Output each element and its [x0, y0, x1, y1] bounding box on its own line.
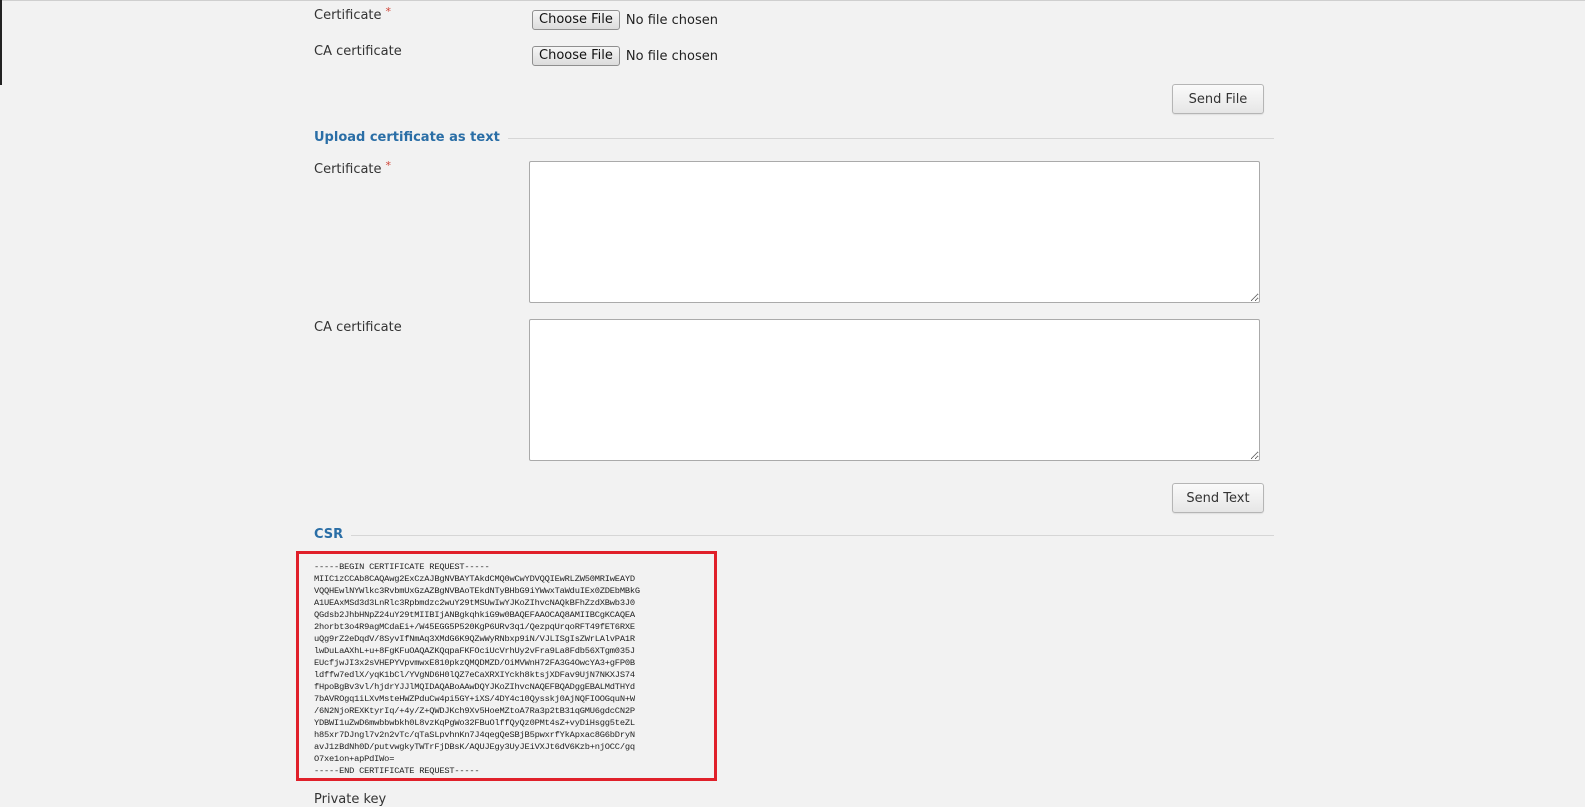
text-ca-certificate-label: CA certificate [314, 320, 402, 335]
file-certificate-label: Certificate * [314, 5, 392, 23]
csr-text-block: -----BEGIN CERTIFICATE REQUEST----- MIIC… [296, 551, 717, 781]
required-marker: * [385, 5, 392, 18]
certificate-file-input[interactable]: Choose File No file chosen [532, 10, 718, 30]
left-edge-bar [0, 0, 2, 85]
text-certificate-label-text: Certificate [314, 162, 382, 177]
file-certificate-label-text: Certificate [314, 8, 382, 23]
file-ca-certificate-label: CA certificate [314, 44, 402, 59]
certificate-choose-file-button[interactable]: Choose File [532, 10, 620, 30]
ca-certificate-choose-file-button[interactable]: Choose File [532, 46, 620, 66]
csr-line: h85xr7DJngl7v2n2vTc/qTaSLpvhnKn7J4qegQeS… [314, 730, 635, 740]
csr-line: 7bAVROgq1iLXvMsteHWZPduCw4pi5GY+iXS/4DY4… [314, 694, 635, 704]
csr-line: -----BEGIN CERTIFICATE REQUEST----- [314, 562, 490, 572]
csr-line: fHpoBgBv3vl/hjdrYJJlMQIDAQABoAAwDQYJKoZI… [314, 682, 635, 692]
ca-certificate-file-input[interactable]: Choose File No file chosen [532, 46, 718, 66]
send-file-button[interactable]: Send File [1172, 84, 1264, 114]
csr-line: O7xe1on+apPdIWo= [314, 754, 395, 764]
text-upload-section-title: Upload certificate as text [314, 130, 508, 145]
csr-line: /6N2NjoREXKtyrIq/+4y/Z+QWDJKch9Xv5HoeMZt… [314, 706, 635, 716]
csr-line: lwDuLaAXhL+u+8FgKFuOAQAZKQqpaFKFOciUcVrh… [314, 646, 635, 656]
csr-line: VQQHEwlNYWlkc3RvbmUxGzAZBgNVBAoTEkdNTyBH… [314, 586, 640, 596]
certificate-textarea[interactable] [529, 161, 1260, 303]
csr-line: 2horbt3o4R9agMCdaEi+/W45EGG5P520KgP6URv3… [314, 622, 635, 632]
required-marker: * [385, 159, 392, 172]
csr-line: YDBWI1uZwD6mwbbwbkh0L8vzKqPgWo32FBuOlffQ… [314, 718, 635, 728]
csr-line: EUcfjwJI3x2sVHEPYVpvmwxE810pkzQMQDMZD/Oi… [314, 658, 635, 668]
csr-line: MIIC1zCCAb8CAQAwg2ExCzAJBgNVBAYTAkdCMQ0w… [314, 574, 635, 584]
csr-line: uQg9rZ2eDqdV/8SyvIfNmAq3XMdG6K9QZwWyRNbx… [314, 634, 635, 644]
csr-line: -----END CERTIFICATE REQUEST----- [314, 766, 480, 776]
ca-certificate-file-status: No file chosen [625, 48, 718, 64]
csr-line: ldffw7edlX/yqK1bCl/YVgND6H0lQZ7eCaXRXIYc… [314, 670, 635, 680]
csr-line: QGdsb2JhbHNpZ24uY29tMIIBIjANBgkqhkiG9w0B… [314, 610, 635, 620]
csr-section-rule [314, 535, 1274, 536]
csr-line: A1UEAxMSd3d3LnRlc3Rpbmdzc2wuY29tMSUwIwYJ… [314, 598, 635, 608]
csr-section-title: CSR [314, 527, 352, 542]
text-certificate-label: Certificate * [314, 159, 392, 177]
top-border [0, 0, 1585, 1]
send-text-button[interactable]: Send Text [1172, 483, 1264, 513]
ca-certificate-textarea[interactable] [529, 319, 1260, 461]
certificate-file-status: No file chosen [625, 12, 718, 28]
csr-line: avJ1zBdNh0D/putvwgkyTWTrFjDBsK/AQUJEgy3U… [314, 742, 635, 752]
